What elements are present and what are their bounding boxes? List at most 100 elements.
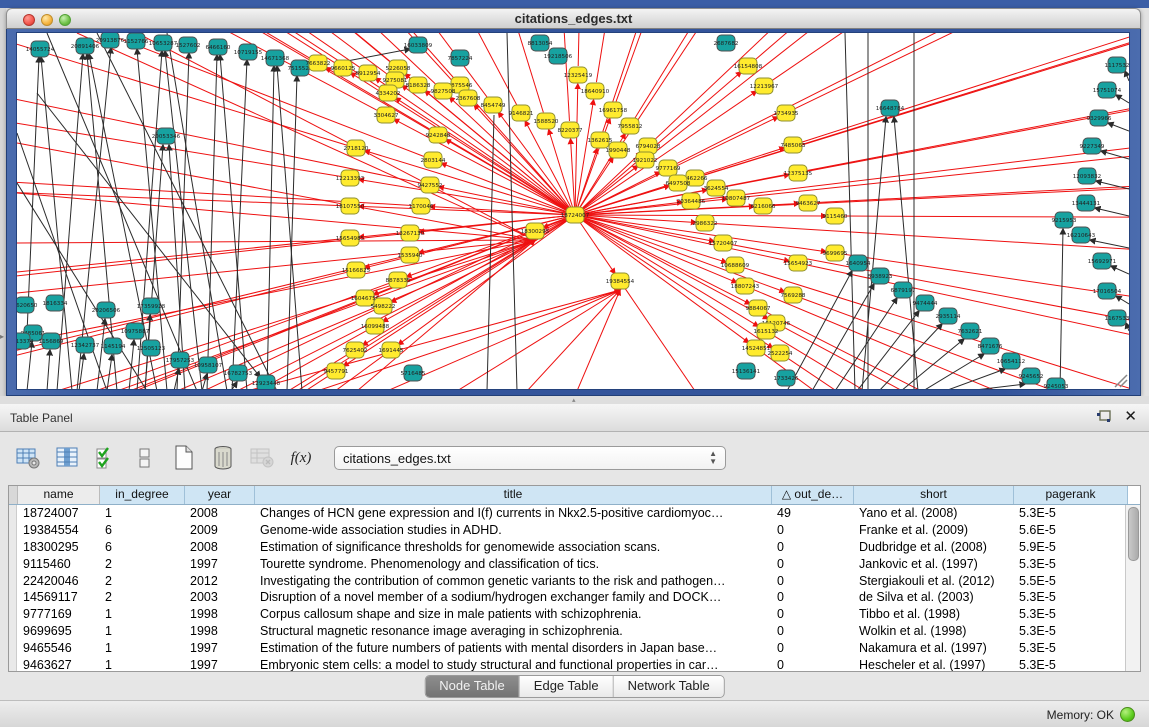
graph-node[interactable]: 7663822 [306,55,331,71]
graph-edge[interactable] [47,33,197,389]
graph-edge[interactable] [577,290,620,389]
table-cell[interactable]: 0 [771,573,853,590]
table-cell[interactable]: 1 [99,657,184,671]
graph-node[interactable]: 10807487 [722,190,751,206]
table-cell[interactable]: 18300295 [17,539,99,556]
graph-edge[interactable] [17,143,535,240]
graph-edge[interactable] [27,342,32,389]
graph-node[interactable]: 2718120 [344,140,369,156]
graph-node[interactable]: 9329966 [1087,110,1112,126]
graph-edge[interactable] [774,336,1129,389]
table-cell[interactable]: Estimation of the future numbers of pati… [254,640,771,657]
graph-edge[interactable] [844,216,1129,218]
memory-ok-icon[interactable] [1120,707,1135,722]
table-cell[interactable]: Embryonic stem cells: a model to study s… [254,657,771,671]
graph-node[interactable]: 8878335 [386,272,411,288]
table-row[interactable]: 1872400712008Changes of HCN gene express… [9,505,1140,522]
select-all-icon[interactable] [92,444,120,472]
graph-node[interactable]: 6466160 [206,39,231,55]
vertical-scrollbar[interactable] [1125,505,1140,671]
graph-edge[interactable] [845,33,855,389]
graph-node[interactable]: 8471676 [978,338,1003,354]
graph-node[interactable]: 1990448 [606,142,631,158]
table-cell[interactable]: Yano et al. (2008) [853,505,1013,522]
graph-node[interactable]: 5498222 [371,298,396,314]
table-tabbar[interactable]: Node TableEdge TableNetwork Table [424,675,725,698]
graph-edge[interactable] [359,206,575,215]
table-cell[interactable]: 6 [99,539,184,556]
graph-node[interactable]: 15166825 [342,262,371,278]
table-cell[interactable]: 0 [771,640,853,657]
table-row[interactable]: 946554611997Estimation of the future num… [9,640,1140,657]
graph-node[interactable]: 1527602 [176,37,201,53]
graph-edge[interactable] [755,33,1129,60]
table-cell[interactable]: Stergiakouli et al. (2012) [853,573,1013,590]
table-cell[interactable]: 1 [99,623,184,640]
graph-edge[interactable] [575,158,613,215]
close-icon[interactable]: ✕ [1124,409,1137,425]
graph-node[interactable]: 6879197 [891,282,916,298]
table-cell[interactable]: 1998 [184,623,254,640]
graph-edge[interactable] [704,33,1129,175]
graph-edge[interactable] [794,33,1129,109]
table-cell[interactable]: Jankovic et al. (1997) [853,556,1013,573]
graph-edge[interactable] [487,115,494,389]
table-cell[interactable]: Genome-wide association studies in ADHD. [254,522,771,539]
graph-node[interactable]: 1117532 [1105,57,1129,73]
graph-node[interactable]: 12213393 [336,170,365,186]
resize-grip-icon[interactable] [1115,375,1127,387]
column-header-out_de[interactable]: △ out_de… [772,486,854,504]
graph-node[interactable]: 14524851 [742,340,771,356]
table-cell[interactable]: Tourette syndrome. Phenomenology and cla… [254,556,771,573]
table-cell[interactable]: 2 [99,573,184,590]
table-cell[interactable]: Wolkin et al. (1998) [853,623,1013,640]
graph-edge[interactable] [277,66,302,389]
graph-edge[interactable] [596,33,690,82]
table-cell[interactable]: Investigating the contribution of common… [254,573,771,590]
table-header-row[interactable]: namein_degreeyeartitle△ out_de…shortpage… [9,486,1140,505]
graph-edge[interactable] [47,350,50,389]
table-cell[interactable]: 9777169 [17,606,99,623]
graph-node[interactable]: 9245652 [1019,368,1044,384]
graph-node[interactable]: 9245053 [1044,378,1069,389]
graph-node[interactable]: 15136141 [732,363,761,379]
column-header-short[interactable]: short [854,486,1014,504]
table-cell[interactable]: 22420046 [17,573,99,590]
graph-node[interactable]: 9215953 [1052,212,1077,228]
tab-network-table[interactable]: Network Table [614,676,724,697]
table-cell[interactable]: 2008 [184,505,254,522]
graph-node[interactable]: 19384554 [606,273,635,289]
graph-edge[interactable] [1060,229,1063,389]
graph-node[interactable]: 20913876 [96,33,125,48]
table-cell[interactable]: Hescheler et al. (1997) [853,657,1013,671]
table-cell[interactable]: 1997 [184,556,254,573]
graph-node[interactable]: 9777169 [656,160,681,176]
graph-node[interactable]: 5716485 [401,365,426,381]
graph-node[interactable]: 2986322 [693,215,718,231]
graph-node[interactable]: 14671368 [261,50,290,66]
table-cell[interactable]: 5.3E-5 [1013,505,1127,522]
graph-node[interactable]: 20206506 [92,302,121,318]
panel-splitter[interactable]: ▴ [0,396,1149,404]
table-cell[interactable]: 0 [771,522,853,539]
table-cell[interactable]: 1 [99,505,184,522]
table-row[interactable]: 946362711997Embryonic stem cells: a mode… [9,657,1140,671]
graph-node[interactable]: 7569288 [781,287,806,303]
float-window-icon[interactable] [1096,410,1112,425]
graph-node[interactable]: 1167533 [1105,310,1129,326]
graph-edge[interactable] [365,151,575,215]
graph-edge[interactable] [1116,296,1129,304]
table-row[interactable]: 911546021997Tourette syndrome. Phenomeno… [9,556,1140,573]
graph-node[interactable]: 17957253 [166,352,195,368]
graph-edge[interactable] [207,55,217,389]
graph-node[interactable]: 7955812 [618,118,643,134]
graph-edge[interactable] [801,298,1129,389]
network-canvas[interactable]: 1405572420891406209138761152766106532871… [16,32,1130,390]
table-cell[interactable]: 5.9E-5 [1013,539,1127,556]
graph-node[interactable]: 15654923 [784,255,813,271]
graph-node[interactable]: 6216066 [751,198,776,214]
table-cell[interactable]: 49 [771,505,853,522]
table-cell[interactable]: 2009 [184,522,254,539]
graph-node[interactable]: 7485063 [781,137,806,153]
graph-node[interactable]: 9463627 [796,195,821,211]
